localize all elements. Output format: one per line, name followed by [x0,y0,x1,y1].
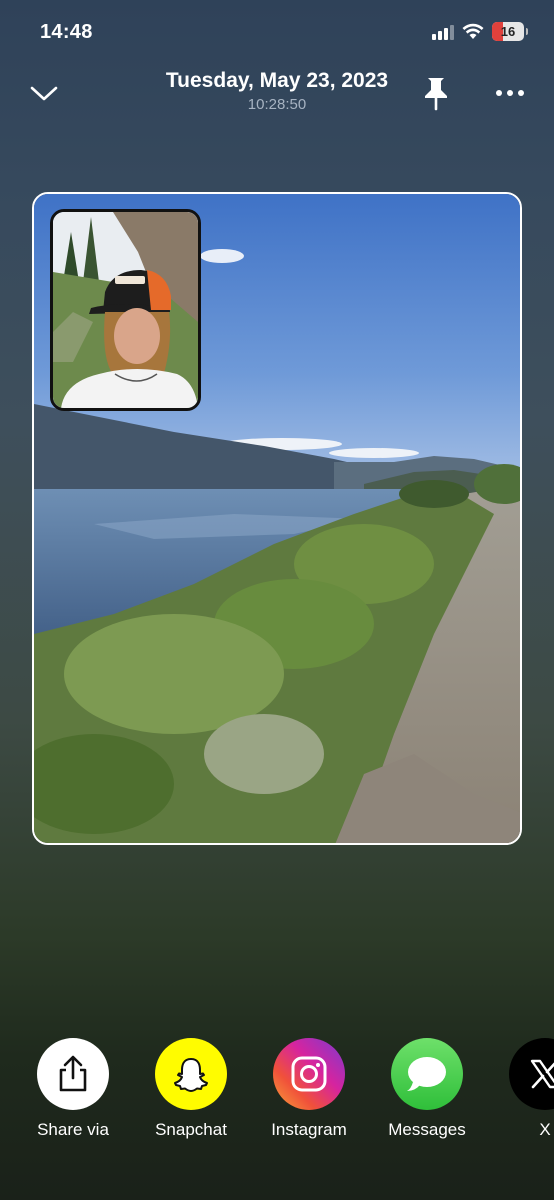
selfie-image [53,212,198,408]
messages-button[interactable]: Messages [377,1038,477,1140]
status-bar: 14:48 16 [0,0,554,64]
snapchat-circle [155,1038,227,1110]
status-time: 14:48 [40,21,93,43]
battery-level: 16 [500,24,516,39]
snapchat-button[interactable]: Snapchat [141,1038,241,1140]
x-icon [530,1059,554,1089]
share-icon [59,1055,87,1092]
cellular-signal-icon [432,24,454,40]
share-via-button[interactable]: Share via [23,1038,123,1140]
share-row: Share via Snapchat Instagram Messages X [0,1038,554,1148]
more-icon [496,90,502,96]
memory-date: Tuesday, May 23, 2023 [165,69,389,92]
memory-time: 10:28:50 [247,96,307,113]
instagram-circle [273,1038,345,1110]
status-icons: 16 [432,22,528,41]
instagram-icon [291,1056,327,1092]
snapchat-label: Snapchat [155,1120,227,1139]
wifi-icon [462,23,484,39]
messages-label: Messages [388,1120,466,1139]
messages-circle [391,1038,463,1110]
share-via-circle [37,1038,109,1110]
pin-icon [425,78,447,111]
instagram-label: Instagram [271,1120,347,1139]
x-circle [509,1038,554,1110]
battery-icon: 16 [492,22,528,41]
selfie-photo[interactable] [50,209,201,411]
instagram-button[interactable]: Instagram [259,1038,359,1140]
snapchat-icon [174,1058,208,1092]
x-label: X [539,1120,551,1139]
memory-header: Tuesday, May 23, 2023 10:28:50 [0,64,554,124]
share-via-label: Share via [37,1120,109,1139]
x-button[interactable]: X [495,1038,554,1140]
messages-icon [407,1057,446,1091]
pin-button[interactable] [419,73,453,113]
more-button[interactable] [490,78,530,108]
